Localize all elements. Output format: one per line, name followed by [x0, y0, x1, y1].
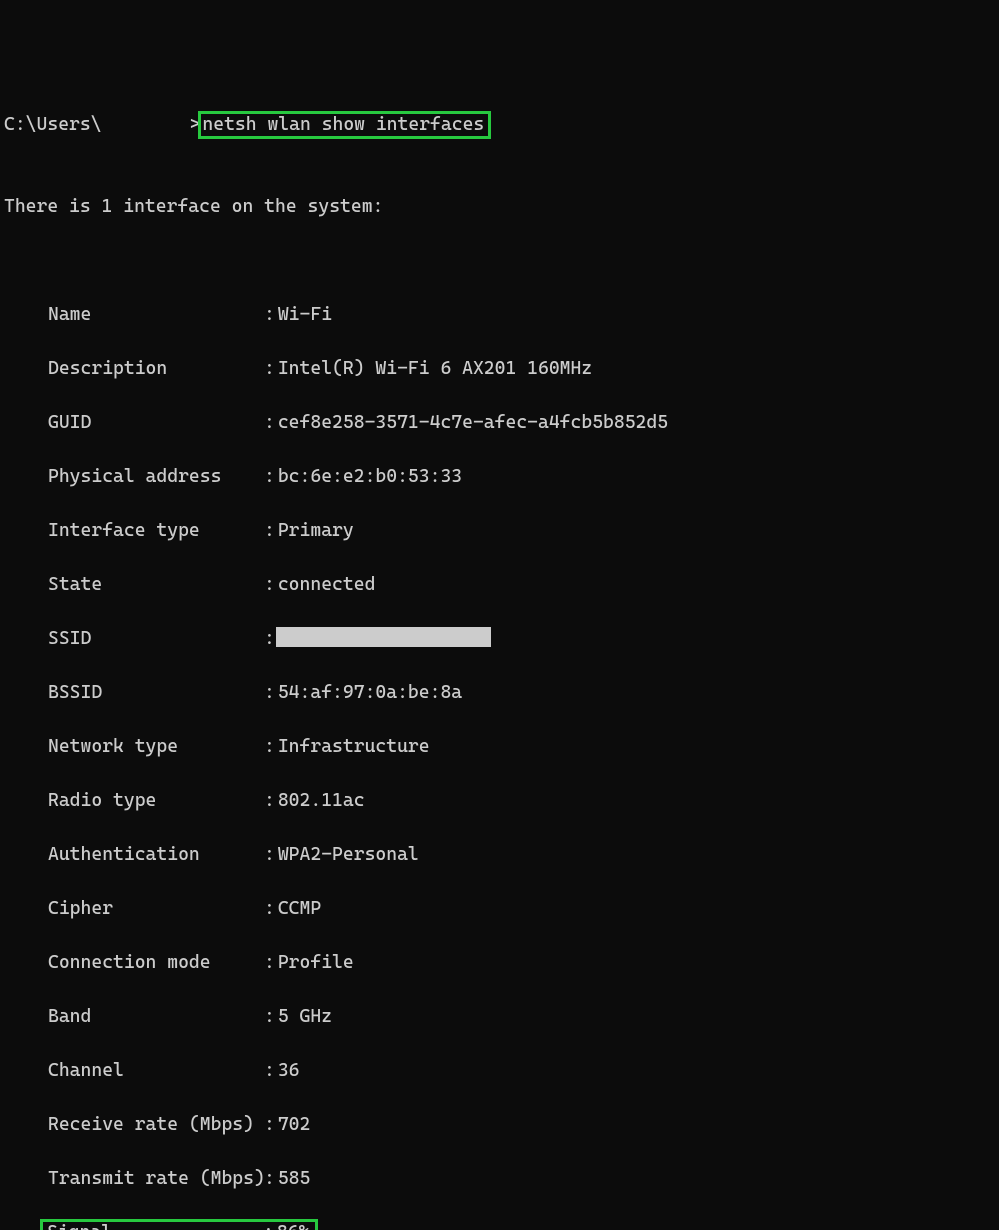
field-label: State — [4, 571, 264, 598]
field-label: Name — [4, 301, 264, 328]
field-label: Physical address — [4, 463, 264, 490]
field-value: connected — [275, 574, 376, 595]
field-channel: Channel:36 — [4, 1057, 995, 1084]
field-description: Description:Intel(R) Wi-Fi 6 AX201 160MH… — [4, 355, 995, 382]
command-text: netsh wlan show interfaces — [202, 114, 484, 135]
field-value: 802.11ac — [275, 790, 365, 811]
field-value: Wi-Fi — [275, 304, 332, 325]
field-signal: Signal:86% — [4, 1219, 995, 1230]
prompt-path-prefix: C:\Users\ — [4, 114, 102, 135]
command-text-highlight: netsh wlan show interfaces — [198, 111, 491, 139]
field-label: Cipher — [4, 895, 264, 922]
field-label: Band — [4, 1003, 264, 1030]
field-transmit-rate: Transmit rate (Mbps):585 — [4, 1165, 995, 1192]
command-prompt-line[interactable]: C:\Users\>netsh wlan show interfaces — [4, 111, 491, 139]
field-label: Network type — [4, 733, 264, 760]
field-label: SSID — [4, 625, 264, 652]
field-value: Intel(R) Wi-Fi 6 AX201 160MHz — [275, 358, 592, 379]
field-label: Receive rate (Mbps) — [4, 1111, 264, 1138]
field-value: Infrastructure — [275, 736, 430, 757]
field-value: bc:6e:e2:b0:53:33 — [275, 466, 462, 487]
field-label: Interface type — [4, 517, 264, 544]
field-value: 585 — [275, 1168, 311, 1189]
field-label: Radio type — [4, 787, 264, 814]
field-label: Transmit rate (Mbps) — [4, 1165, 264, 1192]
field-physical-address: Physical address:bc:6e:e2:b0:53:33 — [4, 463, 995, 490]
interface-count-header: There is 1 interface on the system: — [4, 193, 995, 220]
field-band: Band:5 GHz — [4, 1003, 995, 1030]
field-value: Primary — [275, 520, 354, 541]
field-value: 54:af:97:0a:be:8a — [275, 682, 462, 703]
field-label: BSSID — [4, 679, 264, 706]
field-radio-type: Radio type:802.11ac — [4, 787, 995, 814]
field-cipher: Cipher:CCMP — [4, 895, 995, 922]
field-connection-mode: Connection mode:Profile — [4, 949, 995, 976]
field-ssid: SSID: — [4, 625, 995, 652]
field-network-type: Network type:Infrastructure — [4, 733, 995, 760]
field-label: Connection mode — [4, 949, 264, 976]
field-label: Authentication — [4, 841, 264, 868]
redacted-ssid — [276, 627, 491, 647]
field-name: Name:Wi-Fi — [4, 301, 995, 328]
field-value: CCMP — [275, 898, 321, 919]
field-label: Description — [4, 355, 264, 382]
field-value: 702 — [275, 1114, 311, 1135]
field-label: Signal — [47, 1222, 263, 1230]
field-value: 5 GHz — [275, 1006, 332, 1027]
field-authentication: Authentication:WPA2-Personal — [4, 841, 995, 868]
field-label: GUID — [4, 409, 264, 436]
field-value: WPA2-Personal — [275, 844, 419, 865]
field-receive-rate: Receive rate (Mbps):702 — [4, 1111, 995, 1138]
field-interface-type: Interface type:Primary — [4, 517, 995, 544]
field-value: cef8e258-3571-4c7e-afec-a4fcb5b852d5 — [275, 412, 668, 433]
field-bssid: BSSID:54:af:97:0a:be:8a — [4, 679, 995, 706]
field-label: Channel — [4, 1057, 264, 1084]
field-value: 36 — [275, 1060, 300, 1081]
signal-highlight: Signal:86% — [40, 1219, 318, 1230]
redacted-username — [102, 113, 190, 133]
field-state: State:connected — [4, 571, 995, 598]
field-value: Profile — [275, 952, 354, 973]
field-value: 86% — [274, 1222, 310, 1230]
field-guid: GUID:cef8e258-3571-4c7e-afec-a4fcb5b852d… — [4, 409, 995, 436]
